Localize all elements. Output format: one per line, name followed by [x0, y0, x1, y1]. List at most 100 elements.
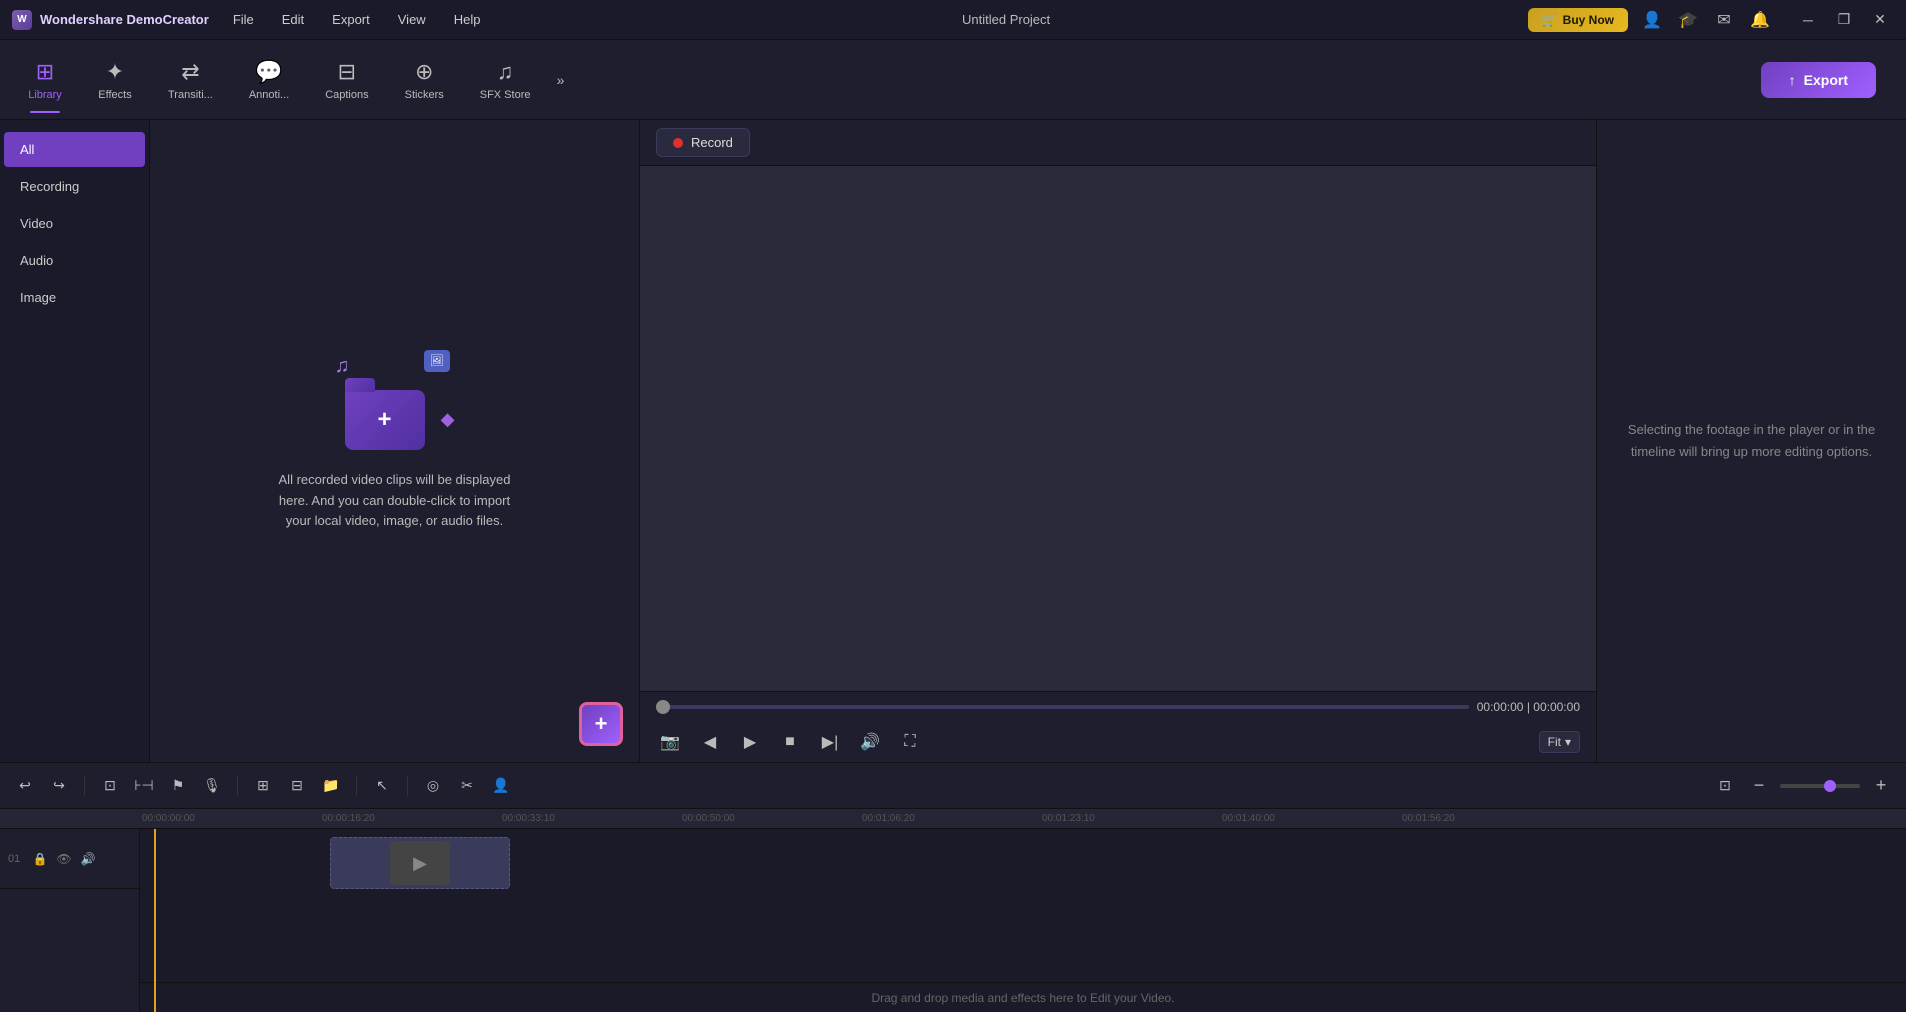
record-button[interactable]: Record — [656, 128, 750, 157]
track-label-icons: 🔒 👁 🔊 — [30, 849, 98, 869]
sidebar: All Recording Video Audio Image — [0, 120, 150, 762]
library-label: Library — [28, 89, 62, 101]
media-icon-container: ♫ 🖼 + ◆ — [335, 350, 455, 450]
title-bar-right: 🛒 Buy Now 👤 🎓 ✉ 🔔 ─ ❐ ✕ — [1528, 6, 1894, 34]
media-area: ♫ 🖼 + ◆ All recorded video clips will be… — [150, 120, 639, 762]
track-visibility-button[interactable]: 👁 — [54, 849, 74, 869]
stickers-icon: ⊕ — [415, 59, 433, 85]
export-label: Export — [1804, 72, 1848, 88]
right-panel-info-text: Selecting the footage in the player or i… — [1597, 399, 1906, 483]
timeline-area: ↩ ↪ ⊡ ⊦⊣ ⚑ 🎙 ⊞ ⊟ 📁 ↖ ◎ ✂ 👤 ⊡ − + 00:00:0… — [0, 762, 1906, 1012]
toolbar-sfx[interactable]: ♫ SFX Store — [462, 45, 549, 115]
trim-button[interactable]: ✂ — [454, 773, 480, 799]
preview-controls: 00:00:00 | 00:00:00 — [640, 691, 1596, 722]
ruler-labels: 00:00:00:00 00:00:16:20 00:00:33:10 00:0… — [140, 813, 1906, 824]
effects-icon: ✦ — [106, 59, 124, 85]
menu-file[interactable]: File — [229, 10, 258, 29]
menu-export[interactable]: Export — [328, 10, 374, 29]
timeline-fit-button[interactable]: ⊡ — [1712, 773, 1738, 799]
bell-icon[interactable]: 🔔 — [1748, 8, 1772, 32]
menu-edit[interactable]: Edit — [278, 10, 308, 29]
redo-button[interactable]: ↪ — [46, 773, 72, 799]
buy-now-button[interactable]: 🛒 Buy Now — [1528, 8, 1628, 32]
preview-area: Record 00:00:00 | 00:00:00 📷 ◀ ▶ ■ ▶| 🔊 … — [640, 120, 1596, 762]
stickers-label: Stickers — [405, 89, 444, 101]
minimize-button[interactable]: ─ — [1794, 6, 1822, 34]
transitions-label: Transiti... — [168, 89, 213, 101]
crop-button[interactable]: ⊡ — [97, 773, 123, 799]
maximize-button[interactable]: ❐ — [1830, 6, 1858, 34]
toolbar-stickers[interactable]: ⊕ Stickers — [387, 45, 462, 115]
captions-icon: ⊟ — [338, 59, 356, 85]
track-lock-button[interactable]: 🔒 — [30, 849, 50, 869]
graduation-icon[interactable]: 🎓 — [1676, 8, 1700, 32]
library-icon: ⊞ — [36, 59, 54, 85]
window-controls: ─ ❐ ✕ — [1794, 6, 1894, 34]
prev-frame-button[interactable]: ◀ — [696, 728, 724, 756]
group-button[interactable]: ⊞ — [250, 773, 276, 799]
timeline-tracks: 01 🔒 👁 🔊 ▶ Drag and drop media and effec… — [0, 829, 1906, 1012]
fullscreen-icon[interactable]: ⛶ — [896, 728, 924, 756]
sidebar-item-recording[interactable]: Recording — [4, 169, 145, 204]
ripple-button[interactable]: ◎ — [420, 773, 446, 799]
fit-dropdown[interactable]: Fit ▾ — [1539, 731, 1580, 753]
export-arrow-icon: ↑ — [1789, 72, 1796, 88]
toolbar-annotations[interactable]: 💬 Annoti... — [231, 45, 307, 115]
ruler-mark-2: 00:00:33:10 — [500, 813, 680, 824]
media-empty-state: ♫ 🖼 + ◆ All recorded video clips will be… — [265, 350, 525, 532]
logo-icon: W — [12, 10, 32, 30]
stop-button[interactable]: ■ — [776, 728, 804, 756]
ruler-mark-1: 00:00:16:20 — [320, 813, 500, 824]
sidebar-item-image[interactable]: Image — [4, 280, 145, 315]
divider-4 — [407, 776, 408, 796]
sidebar-item-video[interactable]: Video — [4, 206, 145, 241]
next-frame-button[interactable]: ▶| — [816, 728, 844, 756]
export-button[interactable]: ↑ Export — [1761, 62, 1876, 98]
divider-2 — [237, 776, 238, 796]
toolbar-more-button[interactable]: » — [548, 68, 572, 92]
zoom-out-button[interactable]: − — [1746, 773, 1772, 799]
toolbar-captions[interactable]: ⊟ Captions — [307, 45, 386, 115]
close-button[interactable]: ✕ — [1866, 6, 1894, 34]
transitions-icon: ⇄ — [181, 59, 199, 85]
timeline-toolbar: ↩ ↪ ⊡ ⊦⊣ ⚑ 🎙 ⊞ ⊟ 📁 ↖ ◎ ✂ 👤 ⊡ − + — [0, 763, 1906, 809]
effects-label: Effects — [98, 89, 131, 101]
sidebar-item-audio[interactable]: Audio — [4, 243, 145, 278]
media-import-button[interactable]: 📁 — [318, 773, 344, 799]
ruler-mark-6: 00:01:40:00 — [1220, 813, 1400, 824]
track-number: 01 — [8, 853, 24, 865]
mic-button[interactable]: 🎙 — [199, 773, 225, 799]
ungroup-button[interactable]: ⊟ — [284, 773, 310, 799]
split-button[interactable]: ⊦⊣ — [131, 773, 157, 799]
zoom-control: − + — [1746, 773, 1894, 799]
mask-button[interactable]: 👤 — [488, 773, 514, 799]
sidebar-item-all[interactable]: All — [4, 132, 145, 167]
tracks-content: ▶ Drag and drop media and effects here t… — [140, 829, 1906, 1012]
toolbar-library[interactable]: ⊞ Library — [10, 45, 80, 115]
undo-button[interactable]: ↩ — [12, 773, 38, 799]
preview-timeline-thumb — [656, 700, 670, 714]
marker-button[interactable]: ⚑ — [165, 773, 191, 799]
chevron-down-icon: ▾ — [1565, 735, 1571, 749]
zoom-slider[interactable] — [1780, 784, 1860, 788]
zoom-in-button[interactable]: + — [1868, 773, 1894, 799]
user-icon[interactable]: 👤 — [1640, 8, 1664, 32]
preview-timeline-bar[interactable] — [656, 705, 1469, 709]
snapshot-icon[interactable]: 📷 — [656, 728, 684, 756]
folder-plus-icon: + — [377, 406, 391, 434]
record-label: Record — [691, 135, 733, 150]
track-mute-button[interactable]: 🔊 — [78, 849, 98, 869]
track-label-row-1: 01 🔒 👁 🔊 — [0, 829, 139, 889]
mail-icon[interactable]: ✉ — [1712, 8, 1736, 32]
app-logo: W Wondershare DemoCreator — [12, 10, 209, 30]
video-clip[interactable]: ▶ — [330, 837, 510, 889]
menu-view[interactable]: View — [394, 10, 430, 29]
volume-icon[interactable]: 🔊 — [856, 728, 884, 756]
toolbar-transitions[interactable]: ⇄ Transiti... — [150, 45, 231, 115]
toolbar-effects[interactable]: ✦ Effects — [80, 45, 150, 115]
add-media-button[interactable]: + — [579, 702, 623, 746]
preview-canvas — [640, 166, 1596, 691]
play-button[interactable]: ▶ — [736, 728, 764, 756]
menu-help[interactable]: Help — [450, 10, 485, 29]
cursor-button[interactable]: ↖ — [369, 773, 395, 799]
